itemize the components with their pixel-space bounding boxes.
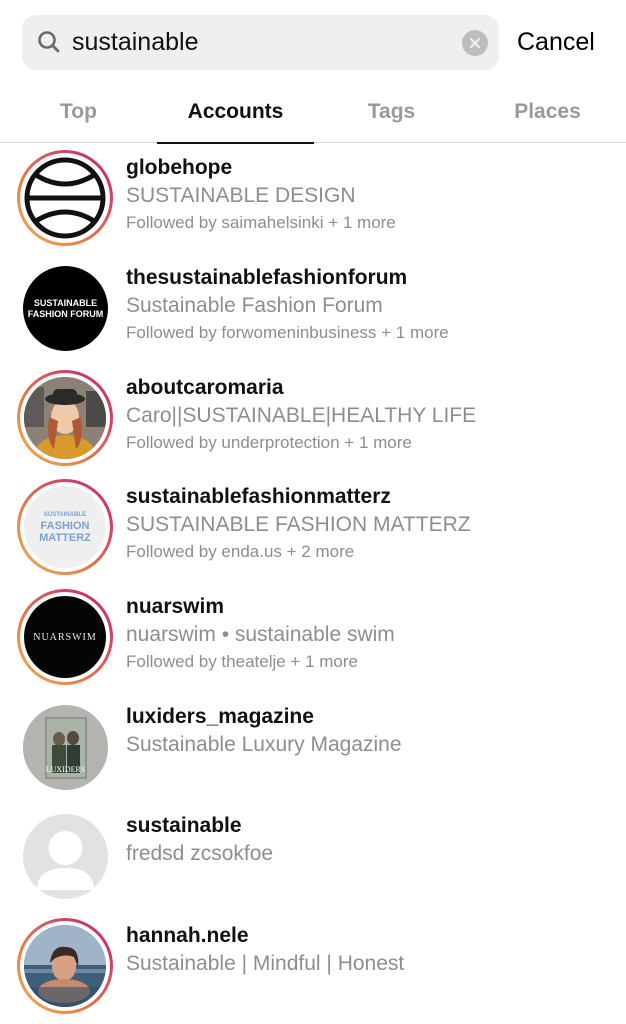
- account-row[interactable]: LUXIDERS luxiders_magazine Sustainable L…: [0, 692, 626, 802]
- username: sustainable: [126, 814, 242, 837]
- followed-by: Followed by theatelje + 1 more: [126, 652, 358, 671]
- followed-by: Followed by underprotection + 1 more: [126, 433, 412, 452]
- story-ring: [17, 918, 113, 1014]
- cancel-button[interactable]: Cancel: [517, 15, 595, 70]
- username: hannah.nele: [126, 924, 249, 947]
- full-name: Sustainable | Mindful | Honest: [126, 952, 405, 975]
- story-ring: SUSTAINABLE FASHION MATTERZ: [17, 479, 113, 575]
- avatar-text: LUXIDERS: [45, 765, 86, 774]
- avatar: [24, 925, 106, 1007]
- username: thesustainablefashionforum: [126, 266, 408, 289]
- tab-places[interactable]: Places: [469, 86, 626, 143]
- account-row[interactable]: SUSTAINABLE FASHION FORUM thesustainable…: [0, 253, 626, 363]
- story-ring: NUARSWIM: [17, 589, 113, 685]
- full-name: Sustainable Luxury Magazine: [126, 733, 402, 756]
- default-avatar: [23, 814, 108, 899]
- avatar: NUARSWIM: [24, 596, 106, 678]
- full-name: fredsd zcsokfoe: [126, 842, 274, 865]
- search-icon: [38, 31, 60, 53]
- story-ring: [17, 150, 113, 246]
- avatar-text: NUARSWIM: [33, 631, 97, 643]
- full-name: SUSTAINABLE FASHION MATTERZ: [126, 513, 471, 536]
- avatar-text: MATTERZ: [39, 531, 91, 544]
- account-row[interactable]: aboutcaromaria Caro||SUSTAINABLE|HEALTHY…: [0, 363, 626, 473]
- followed-by: Followed by saimahelsinki + 1 more: [126, 213, 396, 232]
- full-name: Caro||SUSTAINABLE|HEALTHY LIFE: [126, 404, 477, 427]
- search-bar[interactable]: sustainable: [22, 15, 499, 70]
- followed-by: Followed by enda.us + 2 more: [126, 542, 355, 561]
- full-name: SUSTAINABLE DESIGN: [126, 184, 356, 207]
- tab-bar: Top Accounts Tags Places: [0, 86, 626, 144]
- full-name: nuarswim • sustainable swim: [126, 623, 395, 646]
- avatar: LUXIDERS: [23, 705, 108, 790]
- avatar-text: FASHION FORUM: [27, 308, 104, 319]
- account-row[interactable]: globehope SUSTAINABLE DESIGN Followed by…: [0, 143, 626, 253]
- avatar-text: FASHION: [40, 519, 90, 532]
- avatar: [24, 157, 106, 239]
- story-ring: [17, 370, 113, 466]
- tab-accounts[interactable]: Accounts: [157, 86, 314, 144]
- tab-tags[interactable]: Tags: [313, 86, 470, 143]
- avatar-text: SUSTAINABLE: [43, 511, 87, 518]
- account-row[interactable]: SUSTAINABLE FASHION MATTERZ sustainablef…: [0, 472, 626, 582]
- username: aboutcaromaria: [126, 376, 284, 399]
- avatar: SUSTAINABLE FASHION FORUM: [23, 266, 108, 351]
- search-input[interactable]: sustainable: [72, 15, 198, 70]
- username: nuarswim: [126, 595, 225, 618]
- username: luxiders_magazine: [126, 705, 314, 728]
- account-row[interactable]: NUARSWIM nuarswim nuarswim • sustainable…: [0, 582, 626, 692]
- followed-by: Followed by forwomeninbusiness + 1 more: [126, 323, 449, 342]
- avatar-text: SUSTAINABLE: [33, 297, 98, 308]
- full-name: Sustainable Fashion Forum: [126, 294, 383, 317]
- avatar: SUSTAINABLE FASHION MATTERZ: [24, 486, 106, 568]
- avatar: [24, 377, 106, 459]
- clear-icon[interactable]: [462, 30, 488, 56]
- account-row[interactable]: sustainable fredsd zcsokfoe: [0, 801, 626, 911]
- tab-top[interactable]: Top: [0, 86, 157, 143]
- username: globehope: [126, 156, 233, 179]
- username: sustainablefashionmatterz: [126, 485, 391, 508]
- account-row[interactable]: hannah.nele Sustainable | Mindful | Hone…: [0, 911, 626, 1021]
